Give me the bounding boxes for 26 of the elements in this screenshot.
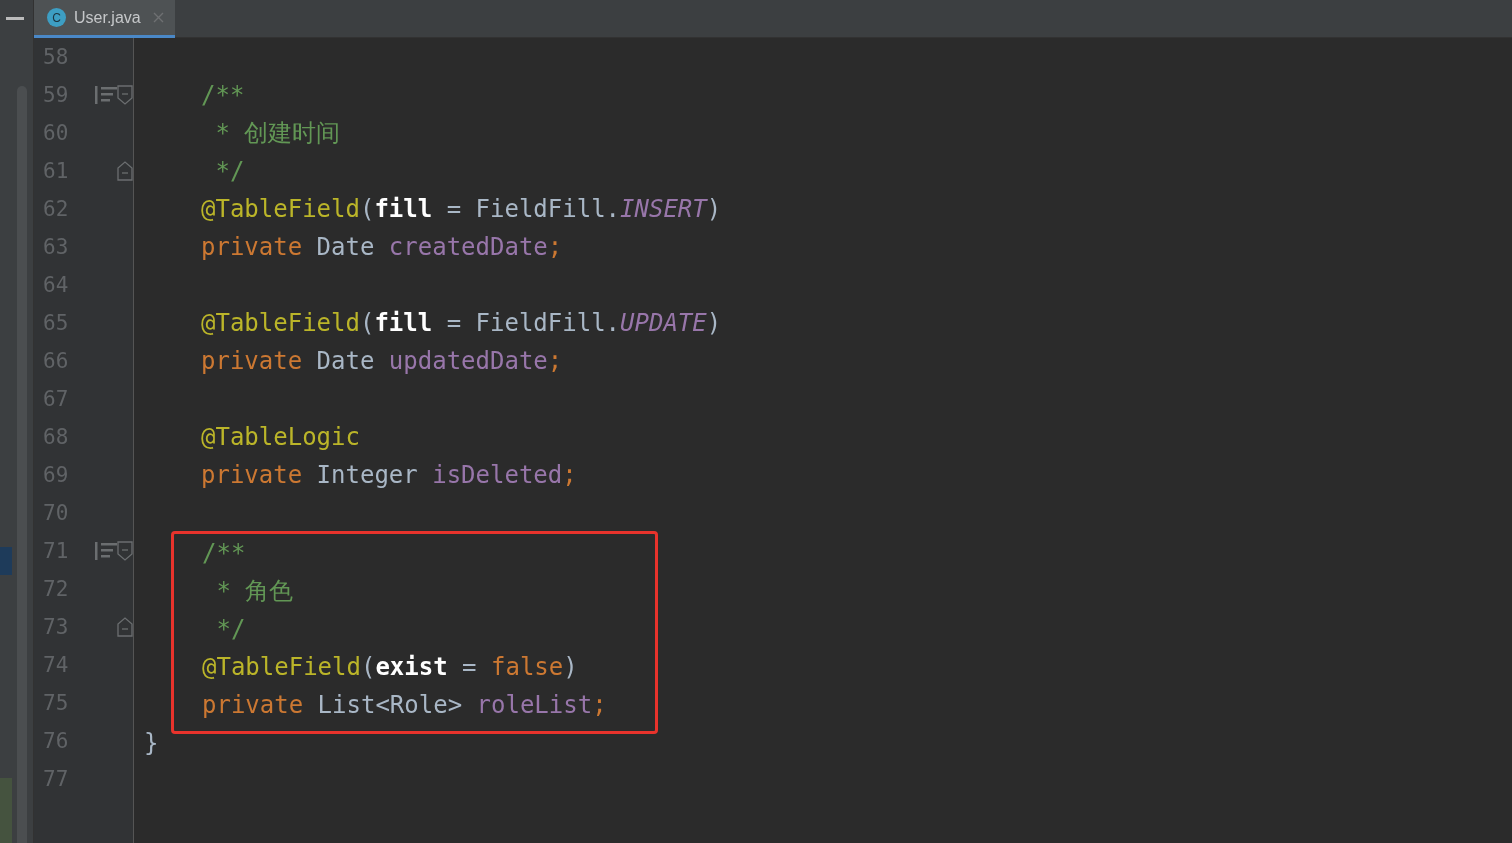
minimize-icon[interactable] (6, 17, 24, 21)
code-line: * 角色 (215, 576, 294, 607)
fold-icon[interactable] (117, 85, 133, 105)
code-line: /** (200, 81, 245, 109)
change-marker (0, 547, 12, 575)
fold-icon[interactable] (117, 541, 133, 561)
class-icon: C (47, 8, 66, 27)
code-line: */ (215, 615, 246, 643)
code-line: private Date createdDate; (200, 233, 563, 261)
fold-icon[interactable] (117, 161, 133, 181)
code-line: @TableField(fill = FieldFill.UPDATE) (200, 309, 722, 337)
code-line: private List<Role> roleList; (202, 691, 607, 719)
code-line: * 创建时间 (214, 118, 341, 149)
fold-icon[interactable] (117, 617, 133, 637)
doc-icon[interactable] (95, 542, 117, 560)
code-line: */ (214, 157, 245, 185)
code-line: private Integer isDeleted; (200, 461, 577, 489)
code-line: /** (202, 539, 246, 567)
file-tab[interactable]: C User.java (34, 0, 175, 38)
code-line: @TableField(fill = FieldFill.INSERT) (200, 195, 722, 223)
code-line: } (144, 729, 159, 757)
code-line: private Date updatedDate; (200, 347, 563, 375)
code-line: @TableLogic (200, 423, 360, 451)
close-icon[interactable] (152, 12, 164, 23)
code-line: @TableField(exist = false) (202, 653, 578, 681)
doc-icon[interactable] (95, 86, 117, 104)
